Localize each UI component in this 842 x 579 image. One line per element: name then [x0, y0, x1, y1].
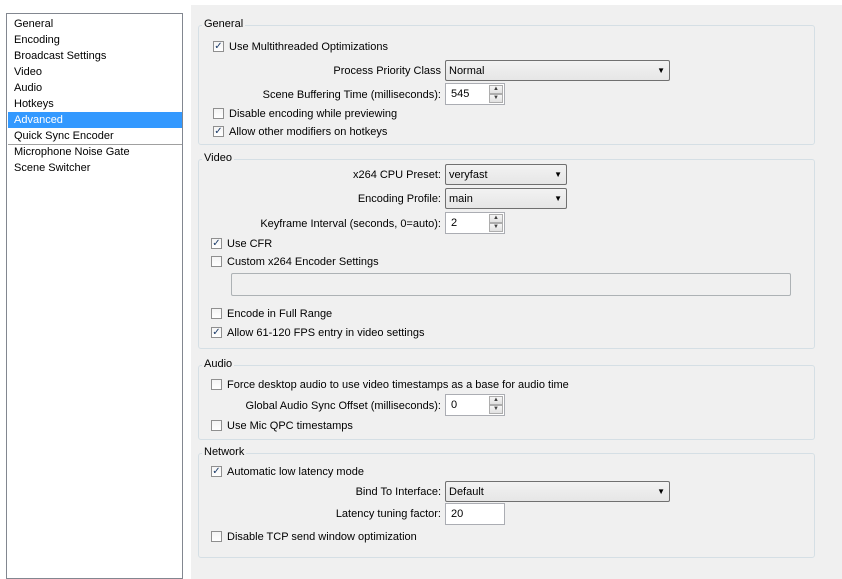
chevron-down-icon: ▼ [554, 194, 562, 203]
nav-item-video[interactable]: Video [8, 64, 182, 80]
fps-checkbox[interactable]: ✓ [211, 327, 222, 338]
multithreaded-checkbox[interactable]: ✓ [213, 41, 224, 52]
advanced-settings-panel: General ✓ Use Multithreaded Optimization… [191, 5, 842, 579]
low-latency-label[interactable]: Automatic low latency mode [227, 465, 364, 479]
spin-down-icon[interactable]: ▼ [489, 405, 503, 414]
sync-offset-value: 0 [451, 399, 458, 411]
custom-x264-label[interactable]: Custom x264 Encoder Settings [227, 255, 379, 269]
full-range-label[interactable]: Encode in Full Range [227, 307, 332, 321]
nav-item-hotkeys[interactable]: Hotkeys [8, 96, 182, 112]
buffering-spinbox[interactable]: 545 ▲ ▼ [445, 83, 505, 105]
check-icon: ✓ [214, 41, 223, 52]
bind-interface-select[interactable]: Default ▼ [445, 481, 670, 502]
general-group-title: General [202, 18, 246, 31]
disable-preview-label[interactable]: Disable encoding while previewing [229, 107, 397, 121]
priority-select[interactable]: Normal ▼ [445, 60, 670, 81]
buffering-value: 545 [451, 88, 470, 100]
nav-item-encoding[interactable]: Encoding [8, 32, 182, 48]
spin-up-icon[interactable]: ▲ [489, 396, 503, 405]
disable-tcp-label[interactable]: Disable TCP send window optimization [227, 530, 417, 544]
custom-x264-checkbox[interactable] [211, 256, 222, 267]
low-latency-checkbox[interactable]: ✓ [211, 466, 222, 477]
nav-item-broadcast-settings[interactable]: Broadcast Settings [8, 48, 182, 64]
network-group-title: Network [202, 446, 247, 459]
chevron-down-icon: ▼ [657, 487, 665, 496]
audio-group-title: Audio [202, 358, 235, 371]
check-icon: ✓ [214, 126, 223, 137]
preset-value: veryfast [449, 169, 488, 181]
modifiers-label[interactable]: Allow other modifiers on hotkeys [229, 125, 387, 139]
nav-item-microphone-noise-gate[interactable]: Microphone Noise Gate [8, 144, 182, 160]
profile-label: Encoding Profile: [357, 193, 441, 205]
full-range-checkbox[interactable] [211, 308, 222, 319]
mic-qpc-checkbox[interactable] [211, 420, 222, 431]
custom-x264-settings-input[interactable] [231, 273, 791, 296]
mic-qpc-label[interactable]: Use Mic QPC timestamps [227, 419, 353, 433]
modifiers-checkbox[interactable]: ✓ [213, 126, 224, 137]
check-icon: ✓ [212, 238, 221, 249]
latency-factor-value: 20 [451, 508, 464, 520]
cfr-checkbox[interactable]: ✓ [211, 238, 222, 249]
settings-category-list[interactable]: General Encoding Broadcast Settings Vide… [6, 13, 183, 579]
chevron-down-icon: ▼ [554, 170, 562, 179]
multithreaded-label[interactable]: Use Multithreaded Optimizations [229, 40, 388, 54]
video-group-title: Video [202, 152, 234, 165]
bind-interface-value: Default [449, 486, 484, 498]
buffering-label: Scene Buffering Time (milliseconds): [262, 89, 441, 101]
chevron-down-icon: ▼ [657, 66, 665, 75]
nav-item-general[interactable]: General [8, 16, 182, 32]
nav-item-quick-sync-encoder[interactable]: Quick Sync Encoder [8, 128, 182, 144]
latency-factor-label: Latency tuning factor: [335, 508, 441, 520]
preset-select[interactable]: veryfast ▼ [445, 164, 567, 185]
keyframe-label: Keyframe Interval (seconds, 0=auto): [260, 218, 441, 230]
spin-up-icon[interactable]: ▲ [489, 85, 503, 94]
nav-item-scene-switcher[interactable]: Scene Switcher [8, 160, 182, 176]
spin-down-icon[interactable]: ▼ [489, 223, 503, 232]
check-icon: ✓ [212, 466, 221, 477]
sync-offset-spinbox[interactable]: 0 ▲ ▼ [445, 394, 505, 416]
keyframe-spinbox[interactable]: 2 ▲ ▼ [445, 212, 505, 234]
nav-item-advanced[interactable]: Advanced [8, 112, 182, 128]
spin-down-icon[interactable]: ▼ [489, 94, 503, 103]
priority-label: Process Priority Class [333, 65, 441, 77]
keyframe-value: 2 [451, 217, 458, 229]
sync-offset-label: Global Audio Sync Offset (milliseconds): [245, 400, 441, 412]
profile-value: main [449, 193, 473, 205]
latency-factor-input[interactable]: 20 [445, 503, 505, 525]
disable-tcp-checkbox[interactable] [211, 531, 222, 542]
preset-label: x264 CPU Preset: [352, 169, 441, 181]
profile-select[interactable]: main ▼ [445, 188, 567, 209]
force-desktop-audio-checkbox[interactable] [211, 379, 222, 390]
disable-preview-checkbox[interactable] [213, 108, 224, 119]
force-desktop-audio-label[interactable]: Force desktop audio to use video timesta… [227, 378, 569, 392]
cfr-label[interactable]: Use CFR [227, 237, 272, 251]
bind-interface-label: Bind To Interface: [355, 486, 441, 498]
nav-item-audio[interactable]: Audio [8, 80, 182, 96]
spin-up-icon[interactable]: ▲ [489, 214, 503, 223]
check-icon: ✓ [212, 327, 221, 338]
fps-label[interactable]: Allow 61-120 FPS entry in video settings [227, 326, 425, 340]
priority-value: Normal [449, 65, 485, 77]
